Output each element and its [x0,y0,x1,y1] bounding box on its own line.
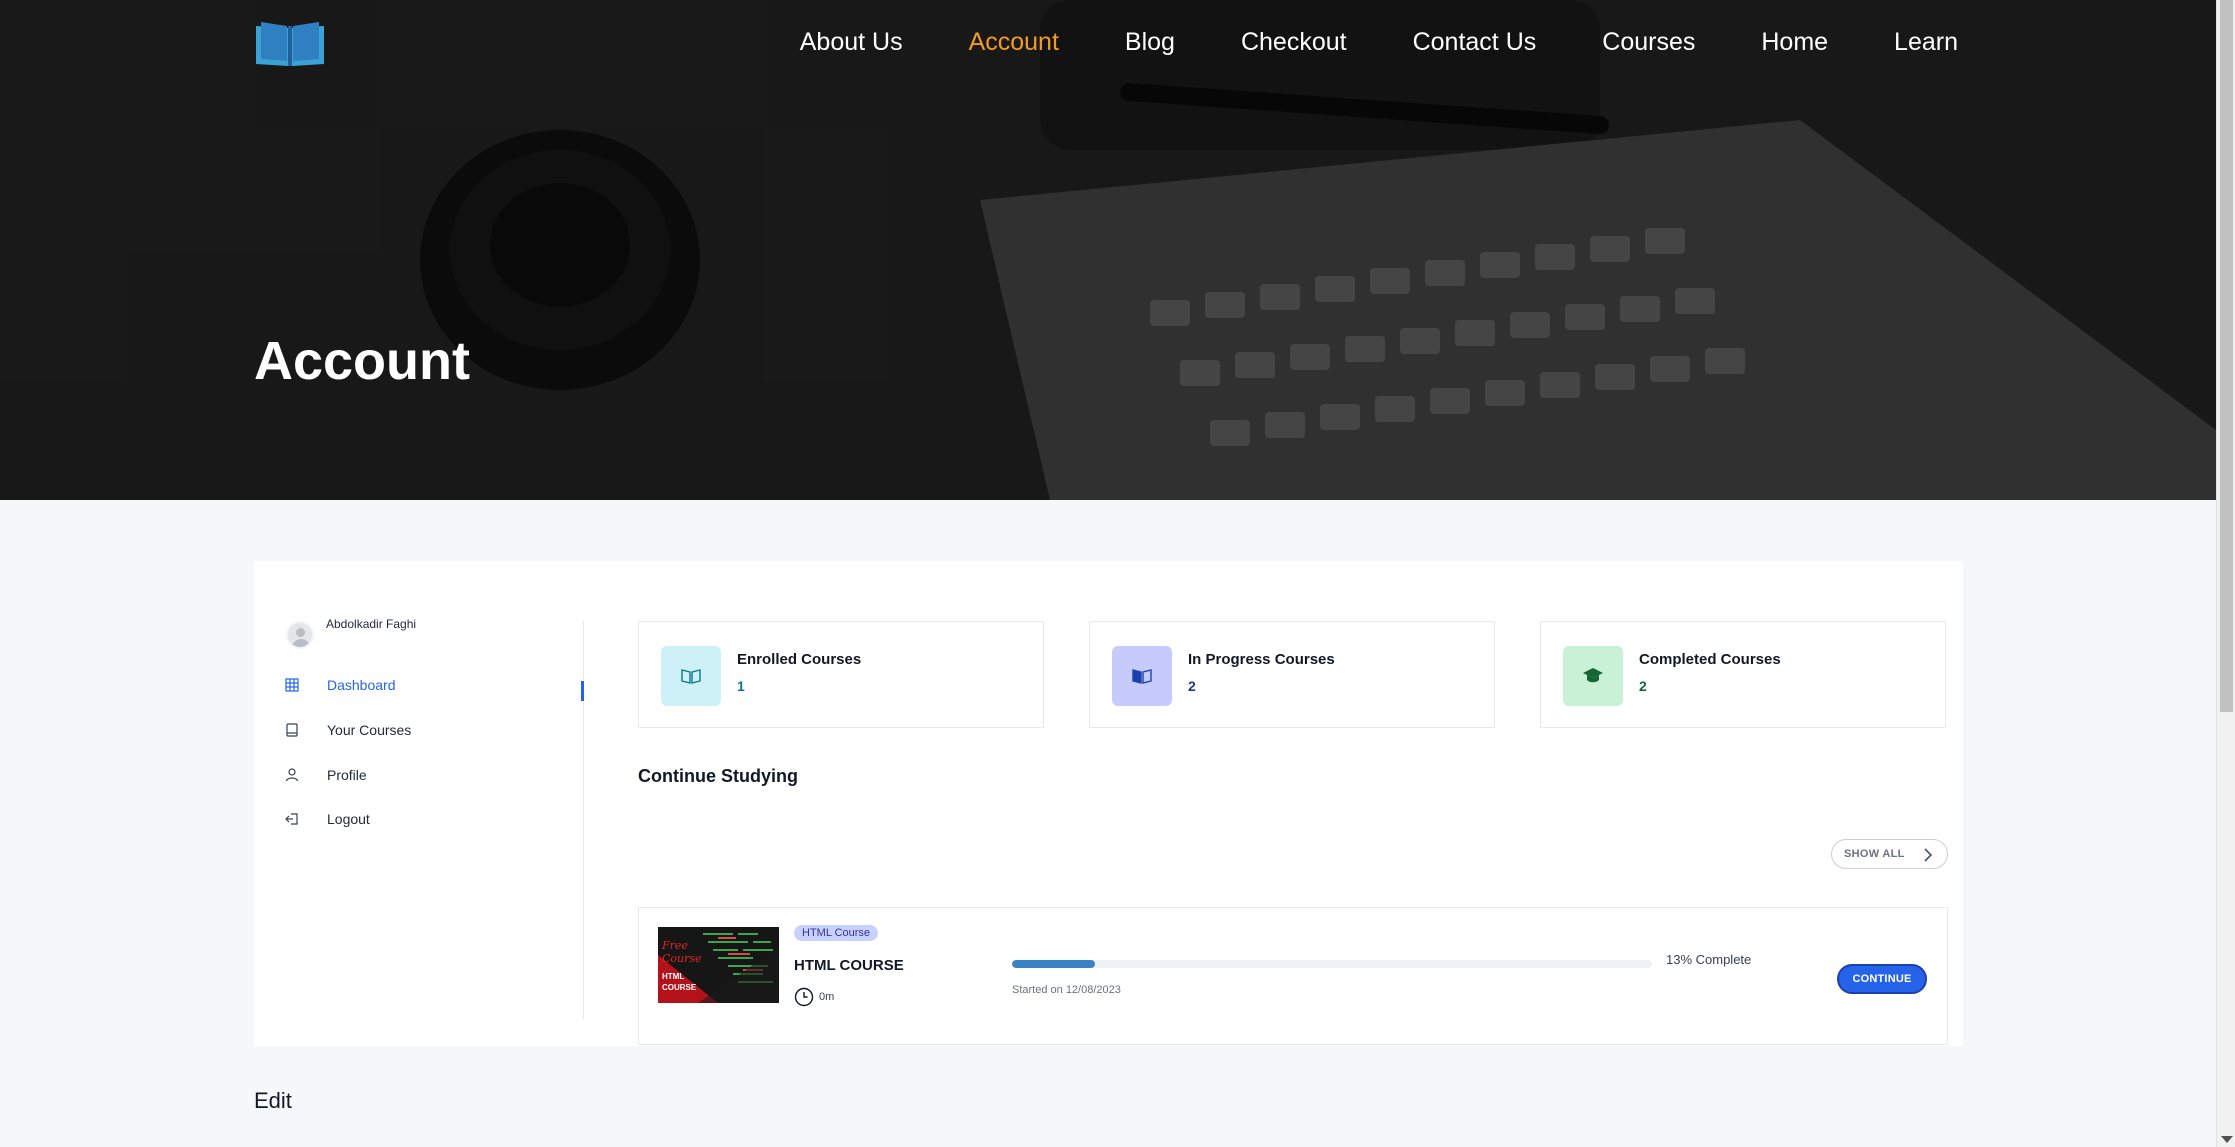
stat-title: In Progress Courses [1188,651,1335,668]
user-name: Abdolkadir Faghi [326,617,417,631]
page-scrollbar[interactable] [2216,0,2235,1147]
book-half-icon [1132,669,1152,684]
scroll-down-arrow-icon[interactable] [2221,1136,2233,1143]
continue-button[interactable]: CONTINUE [1837,964,1927,994]
thumb-course-label: COURSE [662,983,697,992]
user-icon [285,768,299,782]
stat-title: Enrolled Courses [737,651,862,668]
sidebar-item-profile[interactable]: Profile [284,767,367,783]
course-title[interactable]: HTML COURSE [794,957,904,974]
stat-icon-box [1112,646,1172,706]
duration-text: 0m [819,991,835,1003]
sidebar-item-dashboard[interactable]: Dashboard [284,677,396,693]
nav-account[interactable]: Account [969,28,1059,57]
course-progress-bar [1012,960,1652,968]
sidebar-item-label: Dashboard [327,677,396,693]
nav-checkout[interactable]: Checkout [1241,28,1347,57]
hero-banner: About Us Account Blog Checkout Contact U… [0,0,2216,500]
show-all-label: SHOW ALL [1844,848,1905,860]
stat-title: Completed Courses [1639,651,1781,668]
chevron-right-icon [1924,848,1933,862]
clock-icon [794,987,814,1007]
stat-completed-courses: Completed Courses 2 [1540,621,1946,728]
thumb-free-text: Free [661,939,688,952]
sidebar-item-logout[interactable]: Logout [284,811,370,827]
logout-icon [285,813,298,825]
sidebar-item-your-courses[interactable]: Your Courses [284,722,411,738]
page-title: Account [254,331,470,391]
stat-icon-box [661,646,721,706]
main-nav: About Us Account Blog Checkout Contact U… [734,28,1958,57]
stat-value: 2 [1639,678,1647,694]
continue-studying-title: Continue Studying [638,766,798,786]
course-category-badge: HTML Course [794,925,879,941]
thumb-html-text: HTML [662,972,684,981]
nav-home[interactable]: Home [1761,28,1828,57]
nav-blog[interactable]: Blog [1125,28,1175,57]
stat-value: 1 [737,678,745,694]
course-duration: 0m [794,987,834,1007]
avatar[interactable] [286,621,314,649]
active-indicator [581,681,584,701]
account-sidebar: Abdolkadir Faghi Dashboard Your Courses [284,617,584,1019]
stat-value: 2 [1188,678,1196,694]
course-progress-fill [1012,960,1096,968]
stat-in-progress-courses: In Progress Courses 2 [1089,621,1495,728]
thumb-course-text: Course [662,952,702,965]
course-thumbnail-image: Free Course HTML COURSE [658,927,779,1003]
sidebar-item-label: Logout [327,811,370,827]
book-logo-icon[interactable] [254,20,326,68]
user-profile: Abdolkadir Faghi [286,617,416,649]
nav-learn[interactable]: Learn [1894,28,1958,57]
sidebar-item-label: Your Courses [327,722,412,738]
stat-enrolled-courses: Enrolled Courses 1 [638,621,1044,728]
progress-label: 13% Complete [1666,952,1752,967]
sidebar-item-label: Profile [327,767,367,783]
book-icon [286,723,298,737]
open-book-icon [681,669,701,684]
started-date: Started on 12/08/2023 [1012,984,1121,996]
grid-icon [285,678,299,692]
stat-icon-box [1563,646,1623,706]
hero-overlay [0,0,2216,500]
course-progress-row: Free Course HTML COURSE HTML Course HTML… [638,907,1948,1045]
show-all-button[interactable]: SHOW ALL [1831,839,1948,869]
scrollbar-thumb[interactable] [2220,0,2233,712]
graduation-cap-icon [1583,668,1603,683]
nav-about-us[interactable]: About Us [800,28,903,57]
nav-contact-us[interactable]: Contact Us [1413,28,1537,57]
course-thumbnail[interactable]: Free Course HTML COURSE [658,927,779,1003]
edit-label[interactable]: Edit [254,1088,292,1114]
dashboard-card: Abdolkadir Faghi Dashboard Your Courses [254,561,1963,1046]
nav-courses[interactable]: Courses [1602,28,1695,57]
